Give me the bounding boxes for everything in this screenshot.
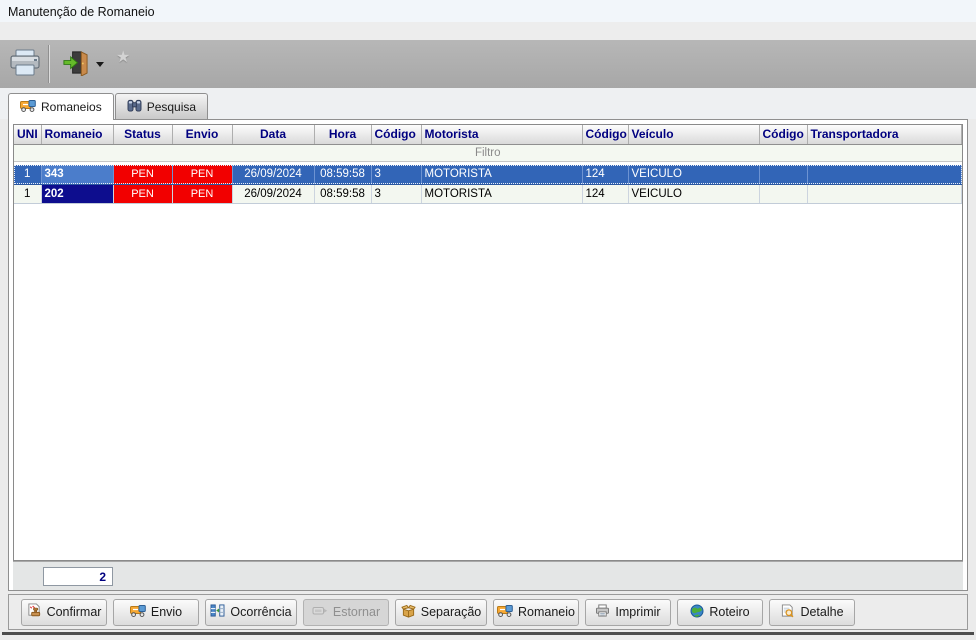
- confirmar-button[interactable]: Confirmar: [21, 599, 107, 626]
- separacao-button[interactable]: Separação: [395, 599, 487, 626]
- romaneios-panel: UNI Romaneio Status Envio Data Hora Códi…: [8, 119, 968, 591]
- cell-codigo-transportadora: [759, 165, 807, 184]
- cell-hora: 08:59:58: [314, 165, 371, 184]
- imprimir-button[interactable]: Imprimir: [585, 599, 671, 626]
- grid-footer: 2: [13, 561, 963, 590]
- tab-romaneios-label: Romaneios: [41, 100, 102, 114]
- truck-icon: [130, 605, 146, 620]
- estornar-label: Estornar: [333, 605, 380, 619]
- confirmar-label: Confirmar: [47, 605, 102, 619]
- open-box-icon: [401, 604, 416, 621]
- filter-label: Filtro: [14, 144, 962, 161]
- window-title-bar: Manutenção de Romaneio: [0, 0, 976, 22]
- printer-icon: [595, 604, 610, 620]
- col-header-motorista[interactable]: Motorista: [421, 125, 582, 144]
- exit-door-icon: [62, 49, 89, 79]
- col-header-codigo-transportadora[interactable]: Código: [759, 125, 807, 144]
- ocorrencia-label: Ocorrência: [230, 605, 291, 619]
- cell-data: 26/09/2024: [232, 184, 314, 203]
- cell-veiculo: VEICULO: [628, 165, 759, 184]
- window-bottom-frame: [2, 632, 974, 635]
- col-header-hora[interactable]: Hora: [314, 125, 371, 144]
- cell-uni: 1: [14, 165, 41, 184]
- print-toolbar-button[interactable]: [6, 43, 44, 85]
- col-header-romaneio[interactable]: Romaneio: [41, 125, 113, 144]
- cell-codigo-veiculo: 124: [582, 184, 628, 203]
- table-row[interactable]: 1 343 PEN PEN 26/09/2024 08:59:58 3 MOTO…: [14, 165, 962, 184]
- grid-header-row: UNI Romaneio Status Envio Data Hora Códi…: [14, 125, 962, 144]
- cell-codigo-motorista: 3: [371, 184, 421, 203]
- cell-codigo-motorista: 3: [371, 165, 421, 184]
- action-button-bar: Confirmar Envio Ocorrência: [8, 594, 968, 630]
- table-row[interactable]: 1 202 PEN PEN 26/09/2024 08:59:58 3 MOTO…: [14, 184, 962, 203]
- columns-arrow-icon: [210, 604, 225, 620]
- col-header-codigo-motorista[interactable]: Código: [371, 125, 421, 144]
- cell-romaneio: 343: [41, 165, 113, 184]
- separacao-label: Separação: [421, 605, 481, 619]
- envio-label: Envio: [151, 605, 182, 619]
- cell-motorista: MOTORISTA: [421, 165, 582, 184]
- grid-filter-row[interactable]: Filtro: [14, 144, 962, 161]
- record-count-box: 2: [43, 567, 113, 586]
- toolbar-separator: [48, 45, 50, 83]
- cell-codigo-transportadora: [759, 184, 807, 203]
- envio-button[interactable]: Envio: [113, 599, 199, 626]
- cell-status: PEN: [113, 184, 172, 203]
- tab-romaneios[interactable]: Romaneios: [8, 93, 114, 120]
- imprimir-label: Imprimir: [615, 605, 660, 619]
- cell-status: PEN: [113, 165, 172, 184]
- romaneios-grid: UNI Romaneio Status Envio Data Hora Códi…: [13, 124, 963, 561]
- cell-hora: 08:59:58: [314, 184, 371, 203]
- col-header-data[interactable]: Data: [232, 125, 314, 144]
- detalhe-label: Detalhe: [800, 605, 843, 619]
- roteiro-button[interactable]: Roteiro: [677, 599, 763, 626]
- col-header-transportadora[interactable]: Transportadora: [807, 125, 962, 144]
- cell-romaneio: 202: [41, 184, 113, 203]
- title-substrip: [0, 22, 976, 40]
- tab-pesquisa[interactable]: Pesquisa: [115, 93, 208, 119]
- binoculars-icon: [127, 99, 142, 115]
- cell-transportadora: [807, 184, 962, 203]
- roteiro-label: Roteiro: [709, 605, 749, 619]
- col-header-codigo-veiculo[interactable]: Código: [582, 125, 628, 144]
- col-header-envio[interactable]: Envio: [172, 125, 232, 144]
- romaneio-button[interactable]: Romaneio: [493, 599, 579, 626]
- exit-toolbar-button[interactable]: [56, 43, 94, 85]
- window-title: Manutenção de Romaneio: [8, 5, 155, 19]
- favorite-star-icon[interactable]: ★: [116, 47, 130, 67]
- cell-motorista: MOTORISTA: [421, 184, 582, 203]
- col-header-veiculo[interactable]: Veículo: [628, 125, 759, 144]
- cell-uni: 1: [14, 184, 41, 203]
- col-header-status[interactable]: Status: [113, 125, 172, 144]
- romaneio-label: Romaneio: [518, 605, 575, 619]
- tab-pesquisa-label: Pesquisa: [147, 100, 196, 114]
- cell-envio: PEN: [172, 165, 232, 184]
- estornar-button: Estornar: [303, 599, 389, 626]
- cell-codigo-veiculo: 124: [582, 165, 628, 184]
- printer-icon: [9, 49, 41, 80]
- truck-icon: [20, 100, 36, 115]
- globe-icon: [690, 604, 704, 621]
- col-header-uni[interactable]: UNI: [14, 125, 41, 144]
- magnifier-document-icon: [780, 604, 795, 621]
- stamp-document-icon: [27, 603, 42, 621]
- cell-envio: PEN: [172, 184, 232, 203]
- ocorrencia-button[interactable]: Ocorrência: [205, 599, 297, 626]
- main-toolbar: ★: [0, 40, 976, 88]
- tab-strip: Romaneios Pesquisa: [0, 88, 976, 119]
- cell-data: 26/09/2024: [232, 165, 314, 184]
- dropdown-caret-icon[interactable]: [96, 62, 104, 67]
- cell-transportadora: [807, 165, 962, 184]
- detalhe-button[interactable]: Detalhe: [769, 599, 855, 626]
- cell-veiculo: VEICULO: [628, 184, 759, 203]
- reverse-truck-icon: [312, 605, 328, 620]
- truck-icon: [497, 605, 513, 620]
